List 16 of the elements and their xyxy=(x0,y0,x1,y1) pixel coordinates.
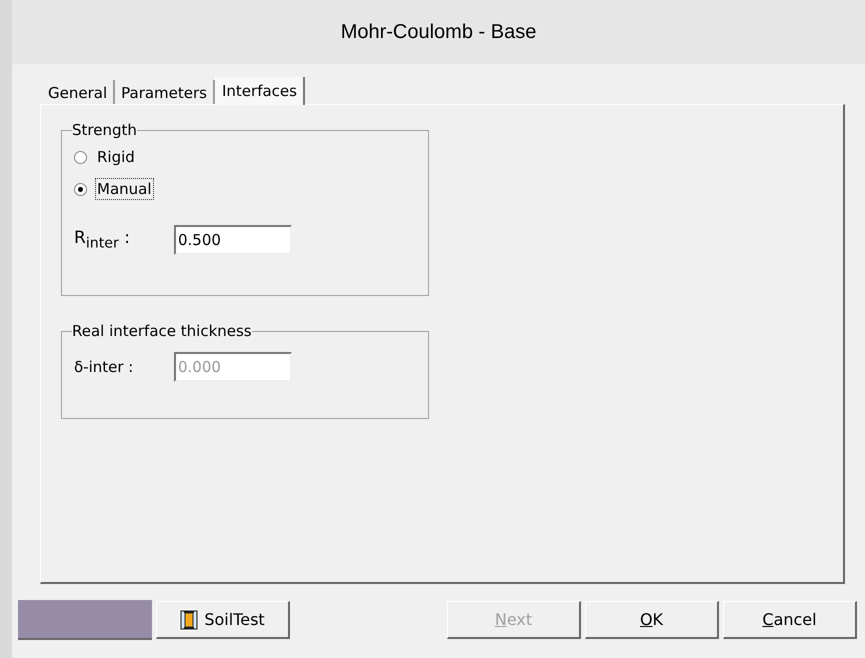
soiltest-button[interactable]: SoilTest xyxy=(156,601,290,639)
color-swatch[interactable] xyxy=(18,600,152,640)
dialog-button[interactable]: OK xyxy=(585,601,719,639)
radio-label[interactable]: Manual xyxy=(95,178,154,200)
group-title: Strength xyxy=(72,121,137,139)
radio-button[interactable] xyxy=(74,150,87,164)
radio-label[interactable]: Rigid xyxy=(95,146,137,168)
field-label: R$_{inter}$ : xyxy=(74,228,131,252)
tab[interactable]: Interfaces xyxy=(214,77,305,105)
field-label: δ-inter : xyxy=(74,358,134,376)
input-field[interactable]: 0.500 xyxy=(174,225,292,255)
cylinder-icon xyxy=(180,610,198,630)
radio-button[interactable] xyxy=(74,182,87,196)
dialog-button[interactable]: Cancel xyxy=(723,601,857,639)
window-title: Mohr-Coulomb - Base xyxy=(340,20,536,44)
group-title: Real interface thickness xyxy=(72,322,252,340)
